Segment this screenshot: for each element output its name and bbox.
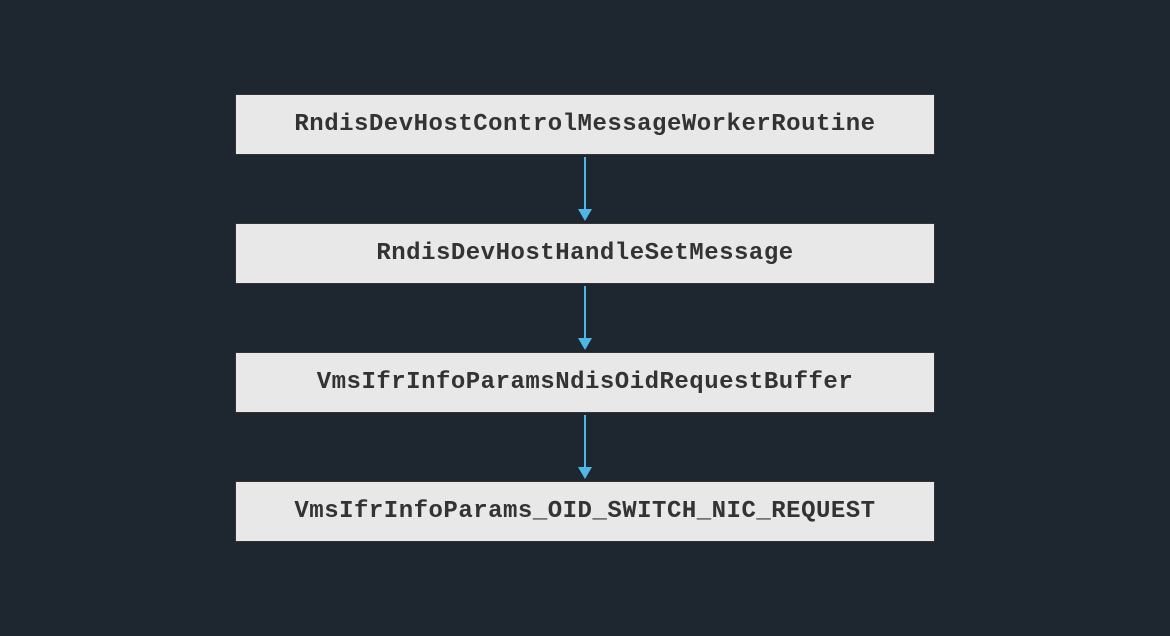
flow-node-4: VmsIfrInfoParams_OID_SWITCH_NIC_REQUEST <box>235 481 935 542</box>
flow-node-4-label: VmsIfrInfoParams_OID_SWITCH_NIC_REQUEST <box>294 498 875 525</box>
flowchart-container: RndisDevHostControlMessageWorkerRoutine … <box>235 94 935 542</box>
flow-node-1-label: RndisDevHostControlMessageWorkerRoutine <box>294 111 875 138</box>
flow-node-2-label: RndisDevHostHandleSetMessage <box>376 240 793 267</box>
arrow-2 <box>578 284 592 352</box>
arrow-1 <box>578 155 592 223</box>
flow-node-3-label: VmsIfrInfoParamsNdisOidRequestBuffer <box>317 369 853 396</box>
flow-node-2: RndisDevHostHandleSetMessage <box>235 223 935 284</box>
arrow-head-icon <box>578 209 592 221</box>
arrow-line-icon <box>584 415 586 467</box>
flow-node-1: RndisDevHostControlMessageWorkerRoutine <box>235 94 935 155</box>
arrow-3 <box>578 413 592 481</box>
arrow-head-icon <box>578 338 592 350</box>
flow-node-3: VmsIfrInfoParamsNdisOidRequestBuffer <box>235 352 935 413</box>
arrow-line-icon <box>584 157 586 209</box>
arrow-head-icon <box>578 467 592 479</box>
arrow-line-icon <box>584 286 586 338</box>
